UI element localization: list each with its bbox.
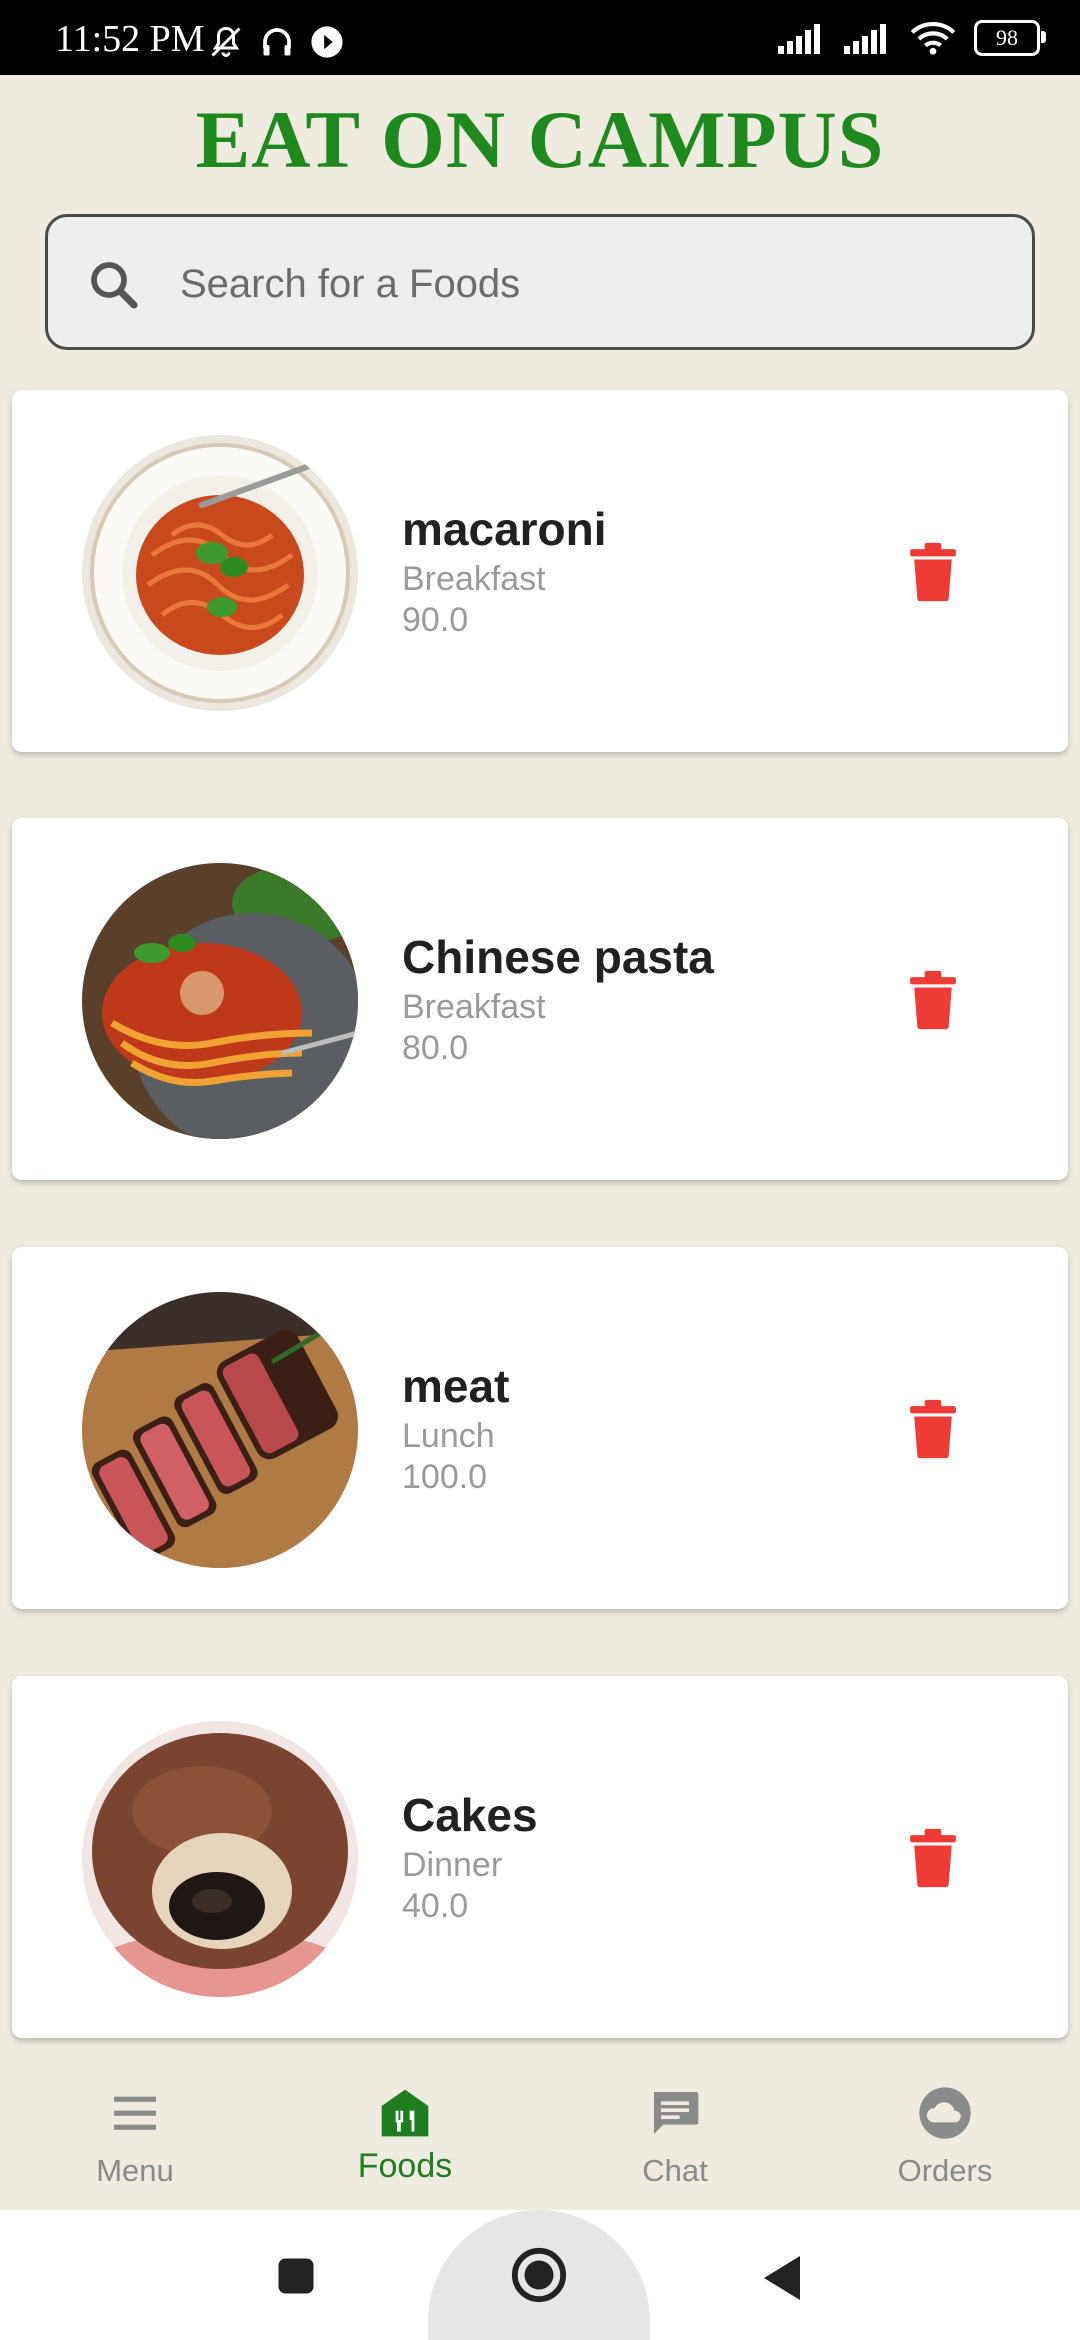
nav-label: Orders [897,2153,993,2188]
food-card[interactable]: macaroni Breakfast 90.0 [12,390,1068,752]
bottom-navigation: Menu Foods Chat Orders [0,2055,1080,2210]
food-card[interactable]: Cakes Dinner 40.0 [12,1676,1068,2038]
nav-item-foods[interactable]: Foods [270,2055,540,2210]
food-price: 80.0 [402,1029,469,1067]
status-time: 11:52 PM [55,18,205,60]
home-circle-icon [511,2247,567,2303]
food-image-macaroni [82,435,358,711]
delete-icon[interactable] [908,542,958,602]
nav-item-menu[interactable]: Menu [0,2055,270,2210]
food-price: 40.0 [402,1887,469,1925]
food-name: macaroni [402,503,607,555]
food-category: Dinner [402,1846,503,1884]
recents-button[interactable] [275,2255,317,2297]
food-name: meat [402,1360,510,1412]
food-name: Chinese pasta [402,931,714,983]
battery-level: 98 [996,25,1018,50]
food-image-chinese-pasta [82,863,358,1139]
delete-icon[interactable] [908,970,958,1030]
search-input[interactable] [178,247,1002,321]
wifi-icon [910,22,956,55]
search-icon [91,262,138,309]
search-bar[interactable] [45,214,1035,350]
food-card[interactable]: Chinese pasta Breakfast 80.0 [12,818,1068,1180]
signal-icon-2 [844,24,886,54]
food-category: Lunch [402,1417,495,1455]
mute-bell-icon [211,26,241,57]
home-button[interactable] [428,2210,650,2340]
nav-label: Chat [642,2153,708,2188]
delete-icon[interactable] [908,1828,958,1888]
system-navigation-bar [0,2210,1080,2340]
chat-icon [654,2092,699,2134]
food-image-cakes [82,1721,358,1997]
back-button[interactable] [760,2252,808,2304]
headphones-icon [263,28,291,56]
play-circle-icon [311,26,343,58]
nav-label: Foods [357,2147,453,2185]
cloud-icon [919,2087,971,2139]
food-price: 100.0 [402,1458,488,1496]
food-card[interactable]: meat Lunch 100.0 [12,1247,1068,1609]
food-category: Breakfast [402,988,546,1026]
status-notification-icons [208,24,344,60]
nav-item-orders[interactable]: Orders [810,2055,1080,2210]
food-name: Cakes [402,1789,538,1841]
delete-icon[interactable] [908,1399,958,1459]
store-icon [381,2089,429,2137]
signal-icon [778,24,820,54]
app-title: EAT ON CAMPUS [195,94,885,185]
food-category: Breakfast [402,560,546,598]
nav-label: Menu [96,2153,174,2188]
status-bar: 11:52 PM 98 [0,0,1080,75]
food-image-meat [82,1292,358,1568]
nav-item-chat[interactable]: Chat [540,2055,810,2210]
menu-icon [114,2096,156,2130]
food-price: 90.0 [402,601,469,639]
battery-indicator: 98 [974,20,1046,56]
status-system-icons: 98 [778,20,1046,56]
